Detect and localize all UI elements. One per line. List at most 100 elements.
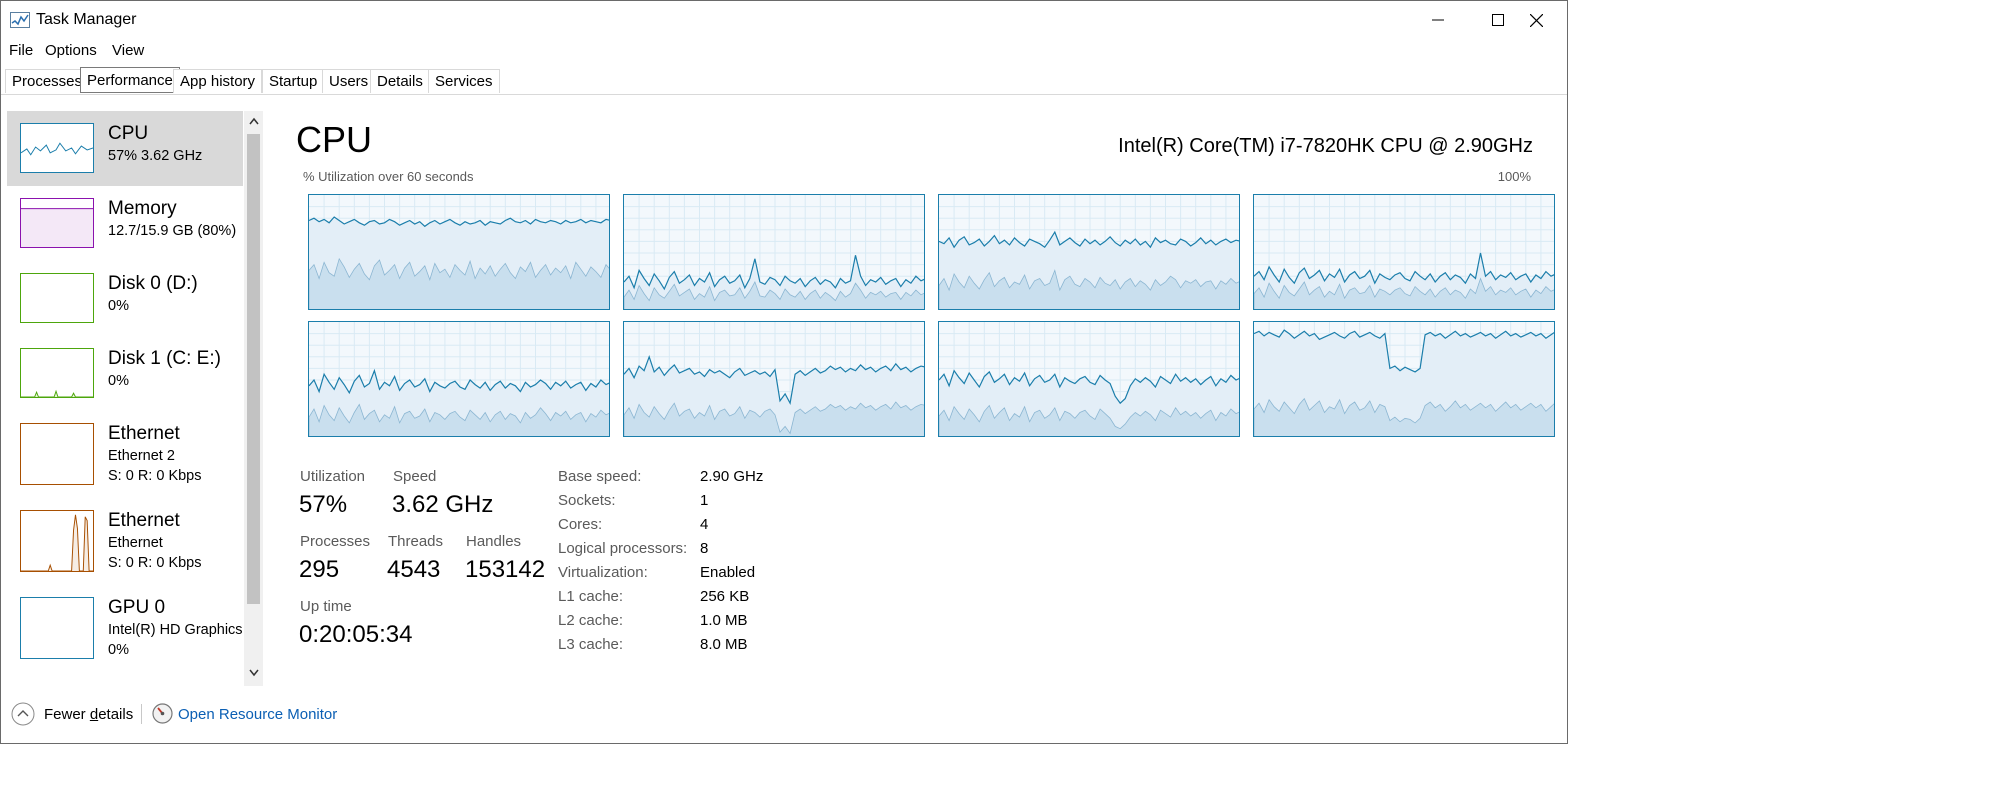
- handles-value: 153142: [465, 556, 546, 583]
- tab-startup[interactable]: Startup: [262, 69, 325, 93]
- cpu-model-name: Intel(R) Core(TM) i7-7820HK CPU @ 2.90GH…: [1118, 135, 1533, 157]
- sidebar-item-subtitle: Ethernet: [108, 535, 163, 551]
- sidebar-item-value: 0%: [108, 373, 129, 389]
- ethernet-thumbnail-graph: [20, 510, 94, 572]
- base-speed-value: 2.90 GHz: [700, 468, 764, 485]
- menu-options[interactable]: Options: [45, 42, 97, 59]
- sidebar-item-disk-0[interactable]: Disk 0 (D:) 0%: [7, 261, 243, 336]
- fewer-details-chevron-up-icon[interactable]: [11, 702, 35, 726]
- sidebar-item-title: Ethernet: [108, 510, 180, 531]
- sidebar-item-title: CPU: [108, 123, 149, 144]
- logical-processors-value: 8: [700, 540, 709, 557]
- memory-thumbnail-graph: [20, 198, 94, 248]
- sidebar-item-value: S: 0 R: 0 Kbps: [108, 555, 202, 571]
- l2-cache-value: 1.0 MB: [700, 612, 748, 629]
- menu-bar: File Options View: [1, 39, 1567, 63]
- logical-processor-graph-2: [938, 194, 1240, 310]
- close-button[interactable]: [1506, 1, 1566, 39]
- logical-processor-graph-7: [1253, 321, 1555, 437]
- open-resource-monitor-link[interactable]: Open Resource Monitor: [178, 706, 337, 723]
- title-bar: Task Manager: [1, 1, 1567, 39]
- sockets-value: 1: [700, 492, 709, 509]
- task-manager-app-icon: [10, 12, 30, 28]
- logical-processor-graph-4: [308, 321, 610, 437]
- threads-value: 4543: [387, 556, 441, 583]
- threads-label: Threads: [388, 533, 444, 550]
- sidebar-item-subtitle: Intel(R) HD Graphics: [108, 622, 243, 638]
- resource-monitor-gauge-icon[interactable]: [152, 703, 173, 724]
- utilization-label: Utilization: [300, 468, 366, 485]
- scrollbar-thumb[interactable]: [247, 134, 260, 604]
- footer-separator: [141, 704, 142, 724]
- cores-label: Cores:: [558, 516, 603, 533]
- footer-bar: Fewer details Open Resource Monitor: [1, 694, 1567, 734]
- disk-0-thumbnail-graph: [20, 273, 94, 323]
- sidebar-item-value: 0%: [108, 642, 129, 658]
- sidebar-scrollbar[interactable]: [244, 111, 263, 686]
- task-manager-window: Task Manager File Options View Processes…: [0, 0, 1568, 744]
- close-icon: [1529, 13, 1543, 27]
- sidebar-item-title: Disk 0 (D:): [108, 273, 198, 294]
- l3-cache-label: L3 cache:: [558, 636, 624, 653]
- window-title: Task Manager: [36, 11, 137, 28]
- speed-value: 3.62 GHz: [392, 491, 494, 518]
- sidebar-item-ethernet[interactable]: Ethernet Ethernet S: 0 R: 0 Kbps: [7, 498, 243, 584]
- sidebar-item-cpu[interactable]: CPU 57% 3.62 GHz: [7, 111, 243, 186]
- l1-cache-value: 256 KB: [700, 588, 750, 605]
- l3-cache-value: 8.0 MB: [700, 636, 748, 653]
- uptime-label: Up time: [300, 598, 352, 615]
- logical-processor-graph-1: [623, 194, 925, 310]
- scroll-up-arrow-icon[interactable]: [249, 117, 259, 125]
- page-title: CPU: [296, 119, 373, 160]
- menu-view[interactable]: View: [112, 42, 144, 59]
- sidebar-item-value: 12.7/15.9 GB (80%): [108, 223, 237, 239]
- logical-processor-graph-3: [1253, 194, 1555, 310]
- virtualization-label: Virtualization:: [558, 564, 648, 581]
- cores-value: 4: [700, 516, 709, 533]
- sidebar-item-title: GPU 0: [108, 597, 166, 618]
- tab-performance[interactable]: Performance: [80, 67, 180, 93]
- logical-processor-graph-5: [623, 321, 925, 437]
- tab-services[interactable]: Services: [428, 69, 500, 93]
- menu-file[interactable]: File: [9, 42, 33, 59]
- sidebar-item-title: Ethernet: [108, 423, 180, 444]
- graph-max-label: 100%: [1497, 169, 1531, 184]
- tab-details[interactable]: Details: [370, 69, 430, 93]
- virtualization-value: Enabled: [700, 564, 756, 581]
- sidebar-item-value: S: 0 R: 0 Kbps: [108, 468, 202, 484]
- processes-value: 295: [299, 556, 340, 583]
- logical-processor-graph-0: [308, 194, 610, 310]
- processes-label: Processes: [300, 533, 371, 550]
- disk-1-thumbnail-graph: [20, 348, 94, 398]
- sidebar-item-memory[interactable]: Memory 12.7/15.9 GB (80%): [7, 186, 243, 261]
- ethernet-2-thumbnail-graph: [20, 423, 94, 485]
- sidebar-item-value: 0%: [108, 298, 129, 314]
- sidebar-item-disk-1[interactable]: Disk 1 (C: E:) 0%: [7, 336, 243, 411]
- sidebar-item-title: Memory: [108, 198, 177, 219]
- tab-app-history[interactable]: App history: [173, 69, 263, 93]
- uptime-value: 0:20:05:34: [299, 621, 413, 648]
- tab-processes[interactable]: Processes: [5, 69, 90, 93]
- cpu-thumbnail-graph: [20, 123, 94, 173]
- sockets-label: Sockets:: [558, 492, 616, 509]
- logical-processor-graph-6: [938, 321, 1240, 437]
- scroll-down-arrow-icon[interactable]: [249, 669, 259, 677]
- utilization-value: 57%: [299, 491, 348, 518]
- speed-label: Speed: [393, 468, 437, 485]
- l1-cache-label: L1 cache:: [558, 588, 624, 605]
- sidebar-item-gpu-0[interactable]: GPU 0 Intel(R) HD Graphics 0%: [7, 585, 243, 671]
- sidebar-item-ethernet-2[interactable]: Ethernet Ethernet 2 S: 0 R: 0 Kbps: [7, 411, 243, 497]
- sidebar-item-value: 57% 3.62 GHz: [108, 148, 203, 164]
- gpu-0-thumbnail-graph: [20, 597, 94, 659]
- sidebar-item-subtitle: Ethernet 2: [108, 448, 175, 464]
- fewer-details-link[interactable]: Fewer details: [44, 706, 133, 723]
- sidebar-item-title: Disk 1 (C: E:): [108, 348, 221, 369]
- performance-sidebar: CPU 57% 3.62 GHz Memory 12.7/15.9 GB (80…: [7, 111, 243, 686]
- maximize-icon: [1492, 14, 1504, 26]
- tab-users[interactable]: Users: [322, 69, 376, 93]
- handles-label: Handles: [466, 533, 522, 550]
- tab-bar: Processes Performance App history Startu…: [1, 63, 1567, 95]
- graph-caption: % Utilization over 60 seconds: [303, 169, 474, 184]
- minimize-button[interactable]: [1408, 1, 1468, 39]
- logical-processors-label: Logical processors:: [558, 540, 688, 557]
